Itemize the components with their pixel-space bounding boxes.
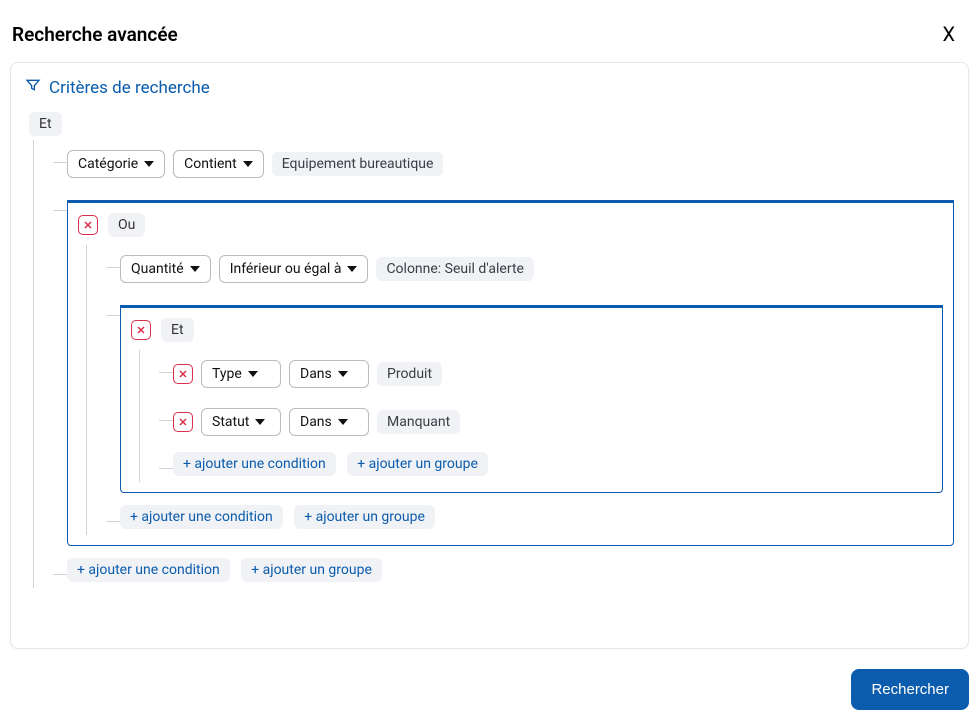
field-label: Catégorie: [78, 156, 138, 172]
child-group-et: Et Type: [98, 293, 943, 499]
rule-row: Type Dans Produit: [151, 350, 932, 398]
field-label: Quantité: [131, 261, 184, 277]
search-button[interactable]: Rechercher: [851, 669, 969, 710]
panel-heading-text: Critères de recherche: [49, 78, 210, 98]
modal-title: Recherche avancée: [12, 23, 178, 46]
chevron-down-icon: [255, 419, 265, 425]
rule-row: Quantité Inférieur ou égal à Colonne: Se…: [98, 245, 943, 293]
chevron-down-icon: [338, 419, 348, 425]
ou-children: Quantité Inférieur ou égal à Colonne: Se…: [78, 245, 943, 535]
operator-label: Contient: [184, 156, 237, 172]
filter-icon: [25, 77, 41, 98]
chevron-down-icon: [243, 161, 253, 167]
add-row: + ajouter une condition + ajouter un gro…: [98, 499, 943, 535]
value-chip[interactable]: Colonne: Seuil d'alerte: [376, 257, 534, 281]
operator-label: Dans: [300, 414, 332, 430]
chevron-down-icon: [347, 266, 357, 272]
group-box-et: Et Type: [120, 305, 943, 493]
add-group-button[interactable]: + ajouter un groupe: [347, 452, 488, 476]
close-icon[interactable]: X: [934, 20, 963, 48]
value-chip[interactable]: Produit: [377, 362, 442, 386]
operator-dropdown[interactable]: Inférieur ou égal à: [219, 255, 369, 283]
group-operator-chip[interactable]: Ou: [108, 213, 145, 237]
field-dropdown[interactable]: Quantité: [120, 255, 211, 283]
operator-dropdown[interactable]: Dans: [289, 408, 369, 436]
field-label: Type: [212, 366, 242, 382]
add-condition-button[interactable]: + ajouter une condition: [67, 558, 230, 582]
add-condition-button[interactable]: + ajouter une condition: [173, 452, 336, 476]
operator-dropdown[interactable]: Contient: [173, 150, 264, 178]
add-row: + ajouter une condition + ajouter un gro…: [45, 552, 954, 588]
field-dropdown[interactable]: Catégorie: [67, 150, 165, 178]
modal-header: Recherche avancée X: [10, 10, 969, 62]
chevron-down-icon: [248, 371, 258, 377]
root-children: Catégorie Contient Equipement bureautiqu…: [25, 140, 954, 588]
root-operator-chip[interactable]: Et: [29, 112, 62, 136]
chevron-down-icon: [190, 266, 200, 272]
remove-rule-icon[interactable]: [173, 364, 193, 384]
group-operator-chip[interactable]: Et: [161, 318, 194, 342]
operator-label: Inférieur ou égal à: [230, 261, 342, 277]
add-row: + ajouter une condition + ajouter un gro…: [151, 446, 932, 482]
root-group: Et Catégorie Contient Equipement bureaut…: [25, 112, 954, 588]
value-chip[interactable]: Equipement bureautique: [272, 152, 444, 176]
field-dropdown[interactable]: Type: [201, 360, 281, 388]
group-box-ou: Ou Quantité Inférieur ou égal: [67, 200, 954, 546]
panel-heading: Critères de recherche: [25, 77, 954, 98]
remove-group-icon[interactable]: [78, 215, 98, 235]
add-group-button[interactable]: + ajouter un groupe: [294, 505, 435, 529]
chevron-down-icon: [338, 371, 348, 377]
remove-group-icon[interactable]: [131, 320, 151, 340]
field-label: Statut: [212, 414, 249, 430]
rule-row: Catégorie Contient Equipement bureautiqu…: [45, 140, 954, 188]
operator-label: Dans: [300, 366, 332, 382]
operator-dropdown[interactable]: Dans: [289, 360, 369, 388]
field-dropdown[interactable]: Statut: [201, 408, 281, 436]
add-group-button[interactable]: + ajouter un groupe: [241, 558, 382, 582]
rule-row: Statut Dans Manquant: [151, 398, 932, 446]
et-children: Type Dans Produit: [131, 350, 932, 482]
value-chip[interactable]: Manquant: [377, 410, 460, 434]
remove-rule-icon[interactable]: [173, 412, 193, 432]
child-group-ou: Ou Quantité Inférieur ou égal: [45, 188, 954, 552]
add-condition-button[interactable]: + ajouter une condition: [120, 505, 283, 529]
criteria-panel: Critères de recherche Et Catégorie Conti…: [10, 62, 969, 649]
chevron-down-icon: [144, 161, 154, 167]
